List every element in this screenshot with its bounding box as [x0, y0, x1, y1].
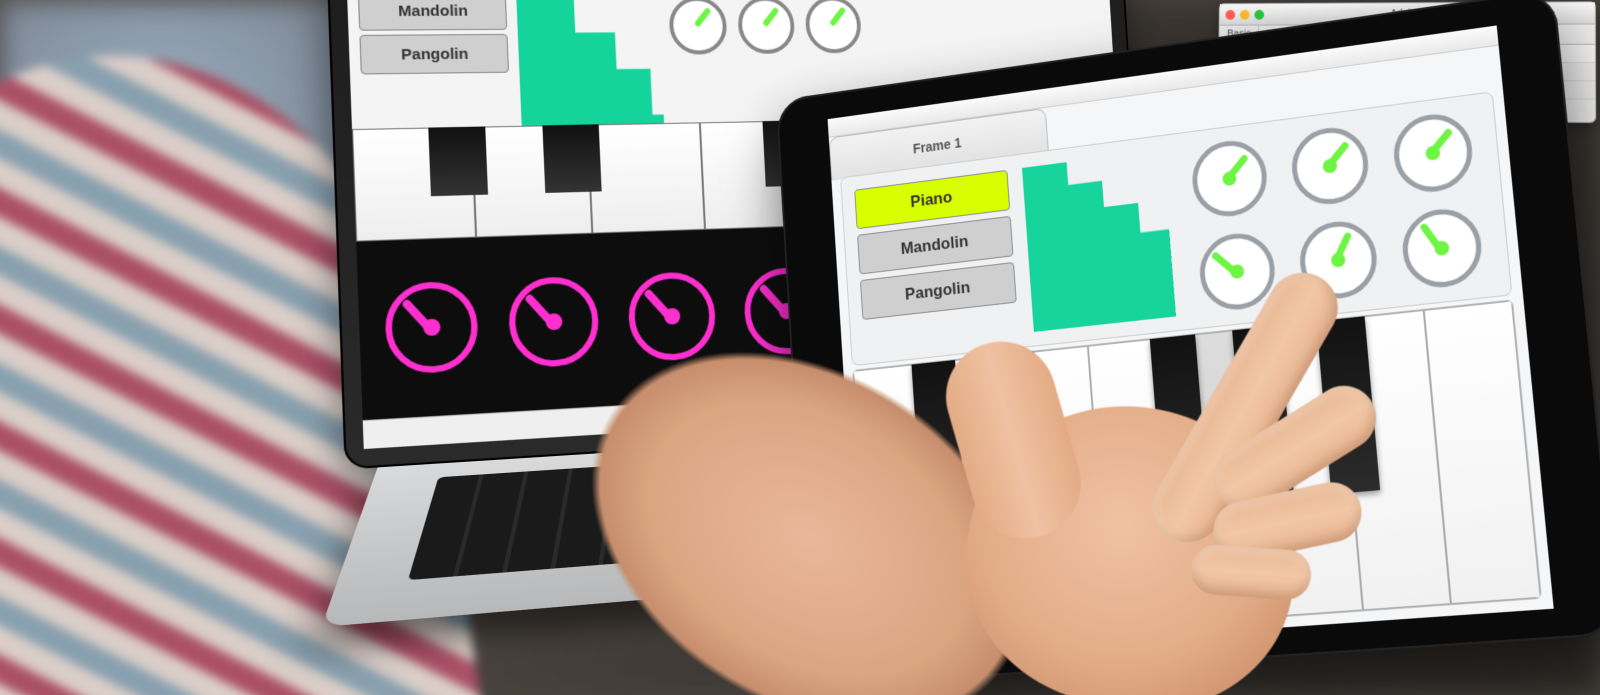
traffic-light-min-icon[interactable]: [1240, 9, 1250, 19]
laptop-instrument-pangolin[interactable]: Pangolin: [359, 34, 509, 75]
ipad-dial-3[interactable]: [1391, 110, 1476, 196]
laptop-dial-3[interactable]: [804, 0, 862, 53]
laptop-instrument-mandolin[interactable]: Mandolin: [358, 0, 508, 31]
ipad-dial-1[interactable]: [1190, 137, 1270, 221]
ipad-dial-6[interactable]: [1399, 205, 1484, 291]
ipad-dial-2[interactable]: [1289, 123, 1371, 208]
laptop-dial-2[interactable]: [737, 0, 796, 54]
traffic-light-max-icon[interactable]: [1254, 9, 1264, 19]
laptop-dial-1[interactable]: [668, 0, 728, 55]
traffic-light-close-icon[interactable]: [1225, 9, 1235, 19]
laptop-pink-dial-1[interactable]: [384, 280, 480, 375]
laptop-pink-dial-2[interactable]: [507, 276, 600, 369]
